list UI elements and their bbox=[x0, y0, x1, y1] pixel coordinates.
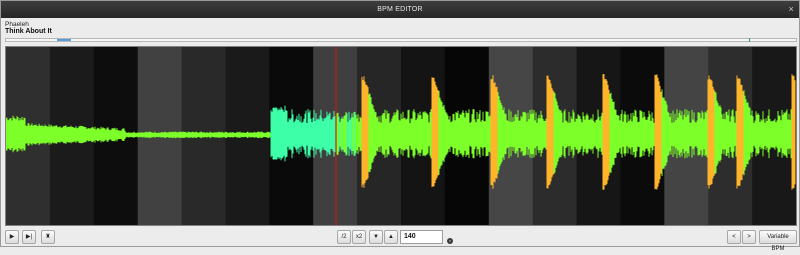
chevron-up-icon: ▲ bbox=[388, 234, 394, 240]
bpm-input[interactable]: 140 bbox=[400, 230, 443, 244]
metronome-icon: ♜ bbox=[45, 234, 51, 240]
overview-scrollbar[interactable] bbox=[5, 38, 797, 42]
reset-bpm-icon[interactable]: × bbox=[447, 238, 453, 244]
double-bpm-button[interactable]: x2 bbox=[352, 230, 366, 244]
chevron-down-icon: ▼ bbox=[373, 234, 379, 240]
variable-bpm-button[interactable]: Variable BPM bbox=[759, 230, 797, 252]
bpm-editor-window: BPM EDITOR × Phaeleh Think About It ▶ ▶|… bbox=[0, 0, 800, 252]
skip-end-button[interactable]: ▶| bbox=[22, 230, 36, 244]
play-icon: ▶ bbox=[9, 234, 15, 240]
previous-button[interactable]: < bbox=[727, 230, 741, 244]
overview-selection[interactable] bbox=[57, 39, 71, 41]
bpm-up-button[interactable]: ▲ bbox=[384, 230, 398, 244]
metronome-button[interactable]: ♜ bbox=[41, 230, 55, 244]
play-button[interactable]: ▶ bbox=[5, 230, 19, 244]
bottom-toolbar: ▶ ▶| ♜ /2 x2 ▼ ▲ 140 × < > Variable BPM bbox=[1, 227, 799, 252]
bpm-down-button[interactable]: ▼ bbox=[369, 230, 383, 244]
title-bar: BPM EDITOR × bbox=[1, 1, 799, 18]
track-artist: Phaeleh bbox=[5, 21, 29, 28]
window-title: BPM EDITOR bbox=[377, 6, 423, 13]
next-button[interactable]: > bbox=[742, 230, 756, 244]
waveform-svg bbox=[6, 47, 796, 225]
overview-marker bbox=[749, 38, 750, 42]
track-title: Think About It bbox=[5, 28, 52, 35]
halve-bpm-button[interactable]: /2 bbox=[337, 230, 351, 244]
close-icon[interactable]: × bbox=[789, 1, 794, 18]
skip-end-icon: ▶| bbox=[25, 234, 33, 240]
waveform-display[interactable] bbox=[5, 46, 797, 226]
